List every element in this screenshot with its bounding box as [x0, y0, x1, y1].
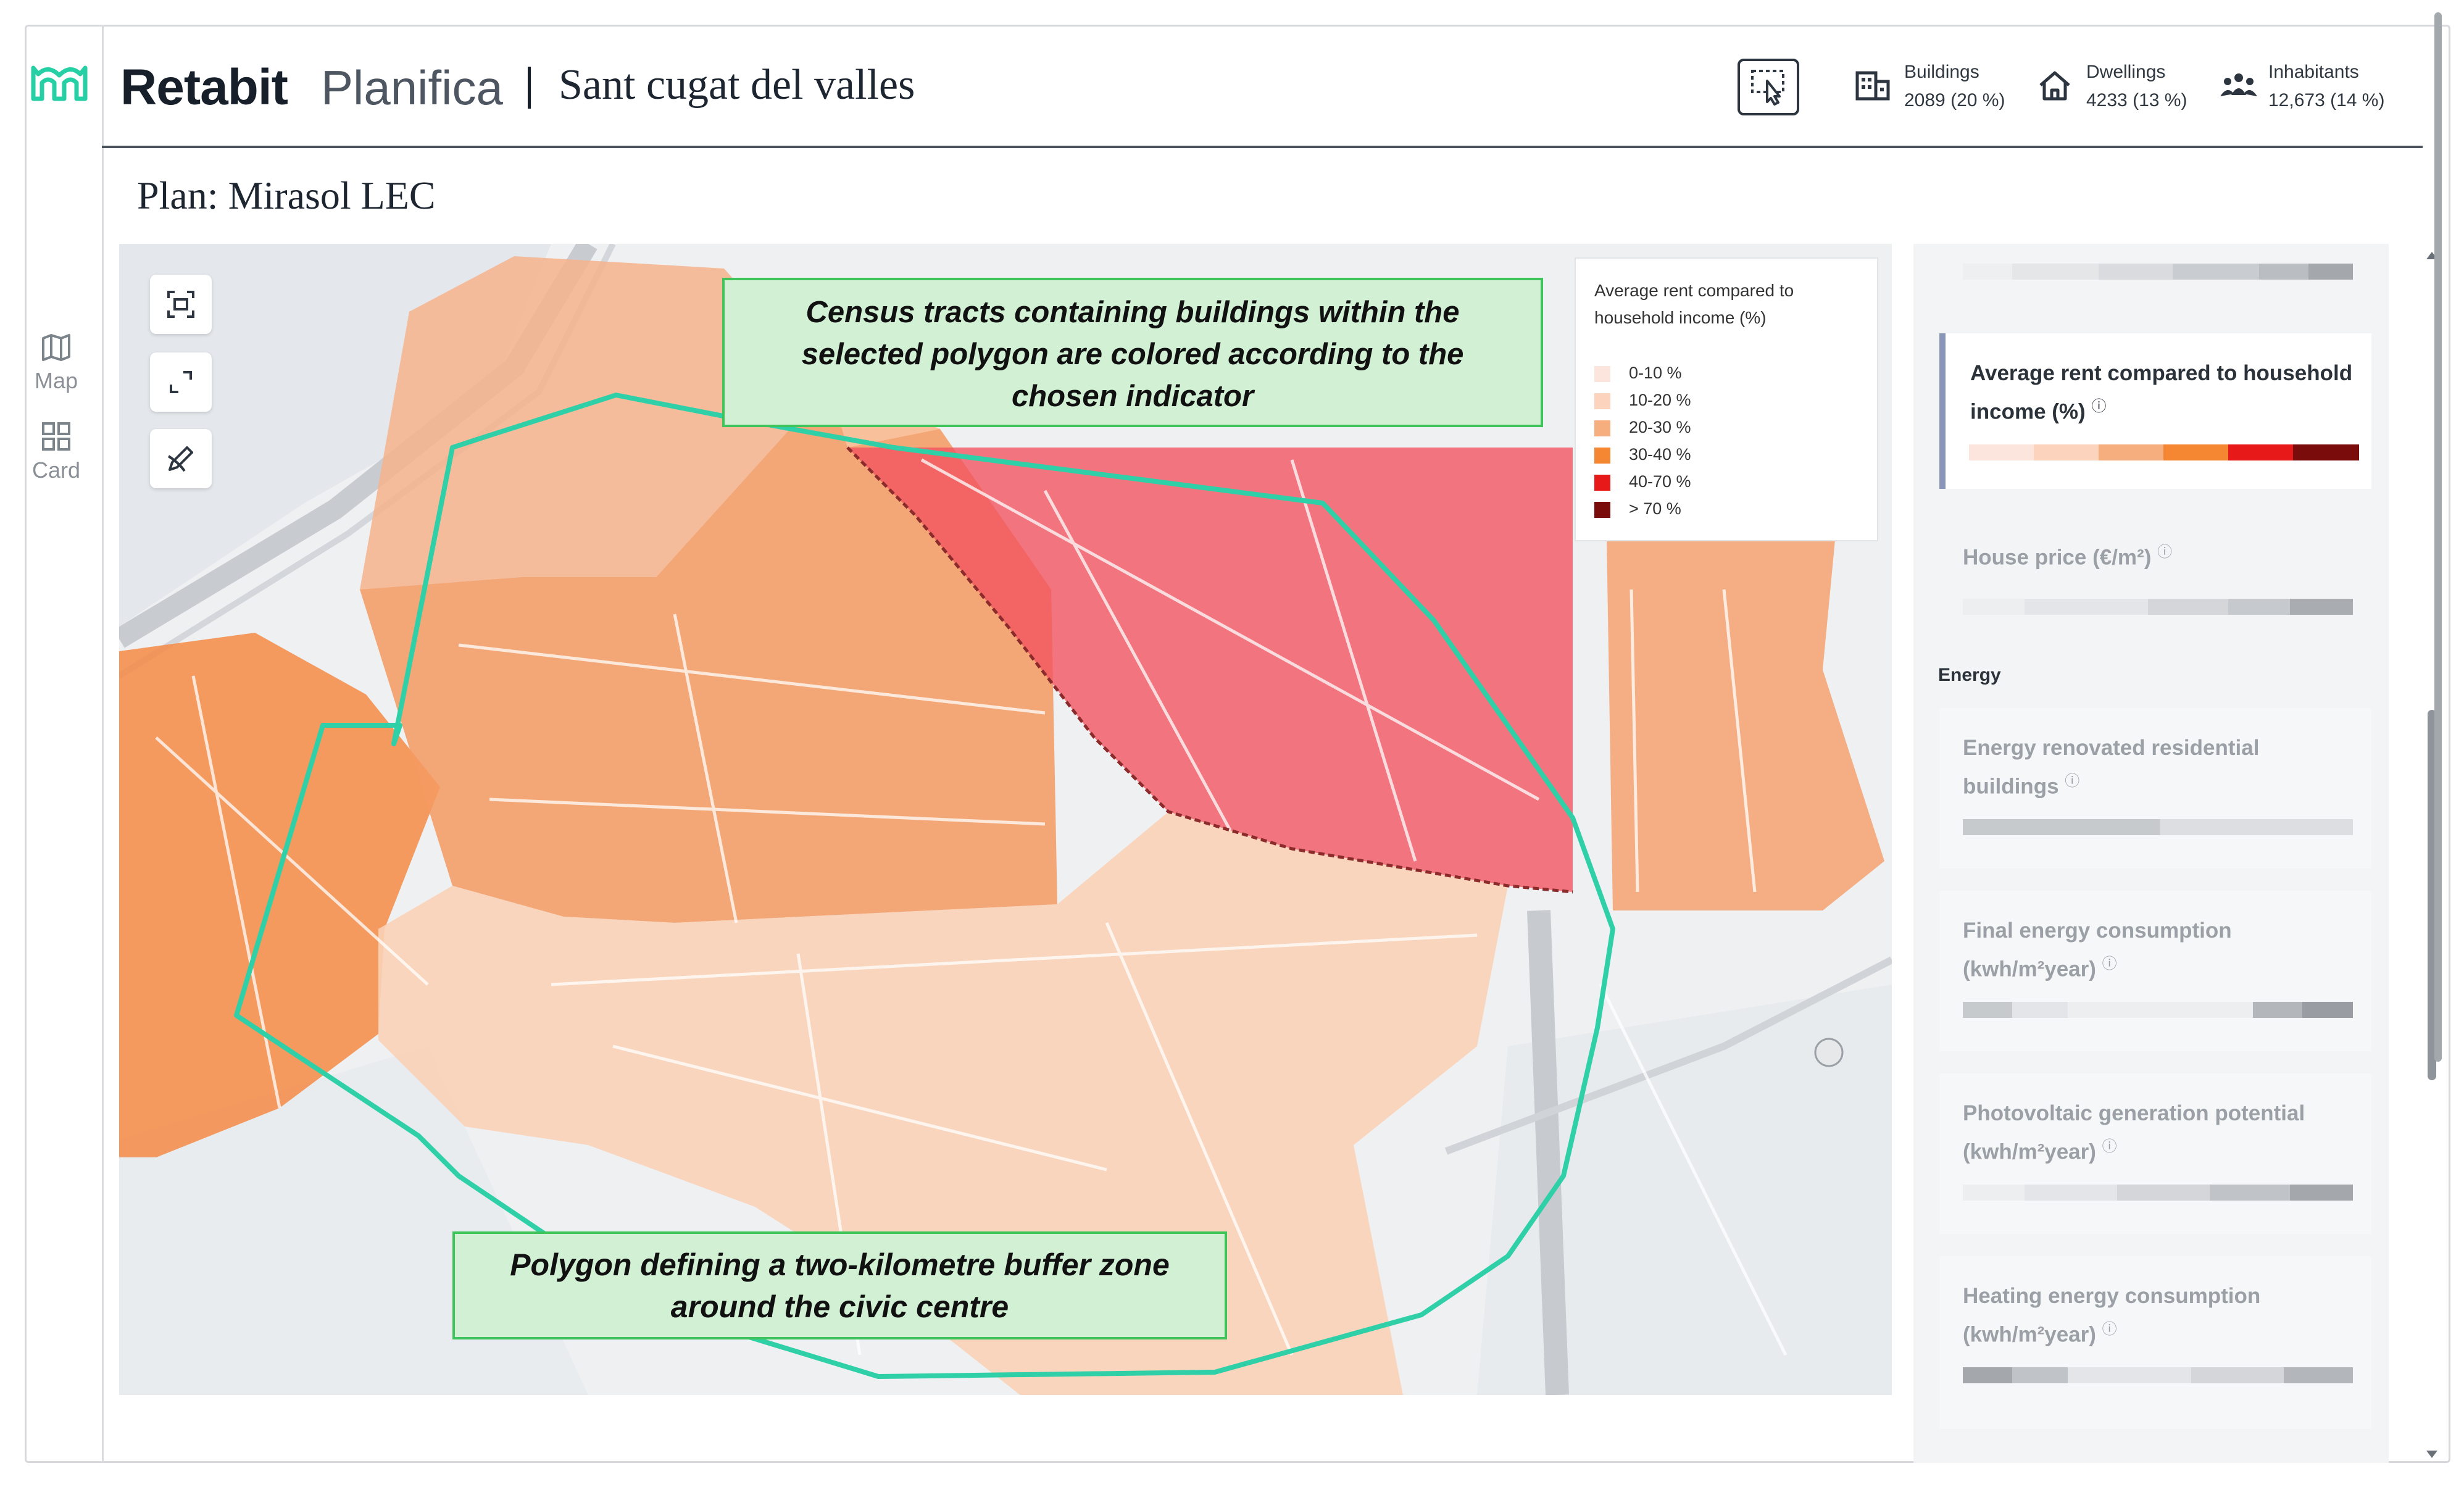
indicator-bar	[1969, 444, 2359, 460]
grid-icon	[42, 422, 70, 451]
header-separator	[528, 67, 531, 109]
legend-item: 30-40 %	[1594, 445, 1691, 470]
stat-inhabitants-value: 12,673 (14 %)	[2268, 90, 2385, 110]
building-icon	[1855, 71, 1890, 101]
indicator-bar	[1963, 1002, 2353, 1018]
callout-buffer-polygon: Polygon defining a two-kilometre buffer …	[452, 1231, 1227, 1339]
people-icon	[2220, 73, 2257, 96]
indicator-panel[interactable]: Average rent compared to household incom…	[1913, 244, 2389, 1463]
indicator-card-placeholder	[1939, 244, 2371, 306]
indicator-title: Photovoltaic generation potential (kwh/m…	[1963, 1101, 2305, 1164]
header-divider	[102, 146, 2423, 148]
legend-title: Average rent compared to household incom…	[1594, 281, 1794, 327]
fullscreen-button[interactable]	[150, 352, 212, 412]
nav-map-label: Map	[34, 368, 78, 393]
map-icon	[42, 334, 70, 361]
indicator-title: Average rent compared to household incom…	[1970, 361, 2353, 424]
map-view[interactable]: Average rent compared to household incom…	[119, 244, 1892, 1395]
stat-inhabitants-title: Inhabitants	[2268, 62, 2359, 82]
expand-icon	[170, 371, 192, 393]
side-rail	[25, 25, 104, 1463]
retabit-logo-icon	[31, 65, 88, 101]
info-icon: ⓘ	[2065, 773, 2080, 789]
indicator-card-photovoltaic[interactable]: Photovoltaic generation potential (kwh/m…	[1939, 1073, 2371, 1234]
legend-item: > 70 %	[1594, 499, 1681, 524]
info-icon: ⓘ	[2091, 398, 2107, 415]
indicator-bar	[1963, 819, 2353, 835]
indicator-card-heating-energy[interactable]: Heating energy consumption (kwh/m²year) …	[1939, 1256, 2371, 1429]
stat-dwellings-title: Dwellings	[2086, 62, 2166, 82]
plan-title: Plan: Mirasol LEC	[137, 173, 436, 217]
map-legend: Average rent compared to household incom…	[1575, 257, 1878, 541]
indicator-title: Heating energy consumption (kwh/m²year) …	[1963, 1284, 2261, 1347]
indicator-bar	[1963, 264, 2353, 280]
indicator-card-energy-renovated[interactable]: Energy renovated residential buildings ⓘ	[1939, 708, 2371, 868]
indicator-bar	[1963, 1185, 2353, 1201]
info-icon: ⓘ	[2157, 544, 2173, 560]
product-name: Planifica	[321, 60, 503, 115]
info-icon: ⓘ	[2102, 1321, 2117, 1338]
stat-dwellings-value: 4233 (13 %)	[2086, 90, 2187, 110]
legend-item: 0-10 %	[1594, 364, 1682, 388]
indicator-card-final-energy[interactable]: Final energy consumption (kwh/m²year) ⓘ	[1939, 891, 2371, 1051]
legend-item: 10-20 %	[1594, 391, 1691, 415]
window-scrollbar[interactable]	[2432, 0, 2444, 1487]
indicator-title: Energy renovated residential buildings ⓘ	[1963, 736, 2260, 799]
fit-bounds-button[interactable]	[150, 275, 212, 334]
info-icon: ⓘ	[2102, 1138, 2117, 1155]
legend-item: 20-30 %	[1594, 418, 1691, 443]
indicator-card-rent-income[interactable]: Average rent compared to household incom…	[1939, 333, 2371, 489]
nav-map[interactable]: Map	[28, 333, 84, 394]
indicator-title: House price (€/m²) ⓘ	[1963, 544, 2173, 570]
indicator-bar	[1963, 599, 2353, 615]
legend-item: 40-70 %	[1594, 472, 1691, 497]
fit-view-icon	[167, 291, 194, 318]
indicator-card-house-price[interactable]: House price (€/m²) ⓘ	[1939, 512, 2371, 636]
energy-heading: Energy	[1938, 665, 2001, 685]
nav-card[interactable]: Card	[28, 422, 84, 483]
pointer-select-icon	[1751, 70, 1784, 106]
nav-card-label: Card	[31, 457, 81, 483]
house-icon	[2039, 71, 2070, 101]
stat-buildings-title: Buildings	[1904, 62, 1979, 82]
indicator-bar	[1963, 1367, 2353, 1383]
info-icon: ⓘ	[2102, 956, 2117, 972]
draw-polygon-button[interactable]	[150, 429, 212, 488]
draw-icon	[167, 446, 193, 472]
city-name: Sant cugat del valles	[559, 61, 915, 109]
select-area-button[interactable]	[1738, 59, 1799, 115]
brand-name: Retabit	[120, 59, 288, 115]
indicator-title: Final energy consumption (kwh/m²year) ⓘ	[1963, 918, 2232, 981]
callout-census-tracts: Census tracts containing buildings withi…	[722, 278, 1543, 427]
stat-buildings-value: 2089 (20 %)	[1904, 90, 2005, 110]
